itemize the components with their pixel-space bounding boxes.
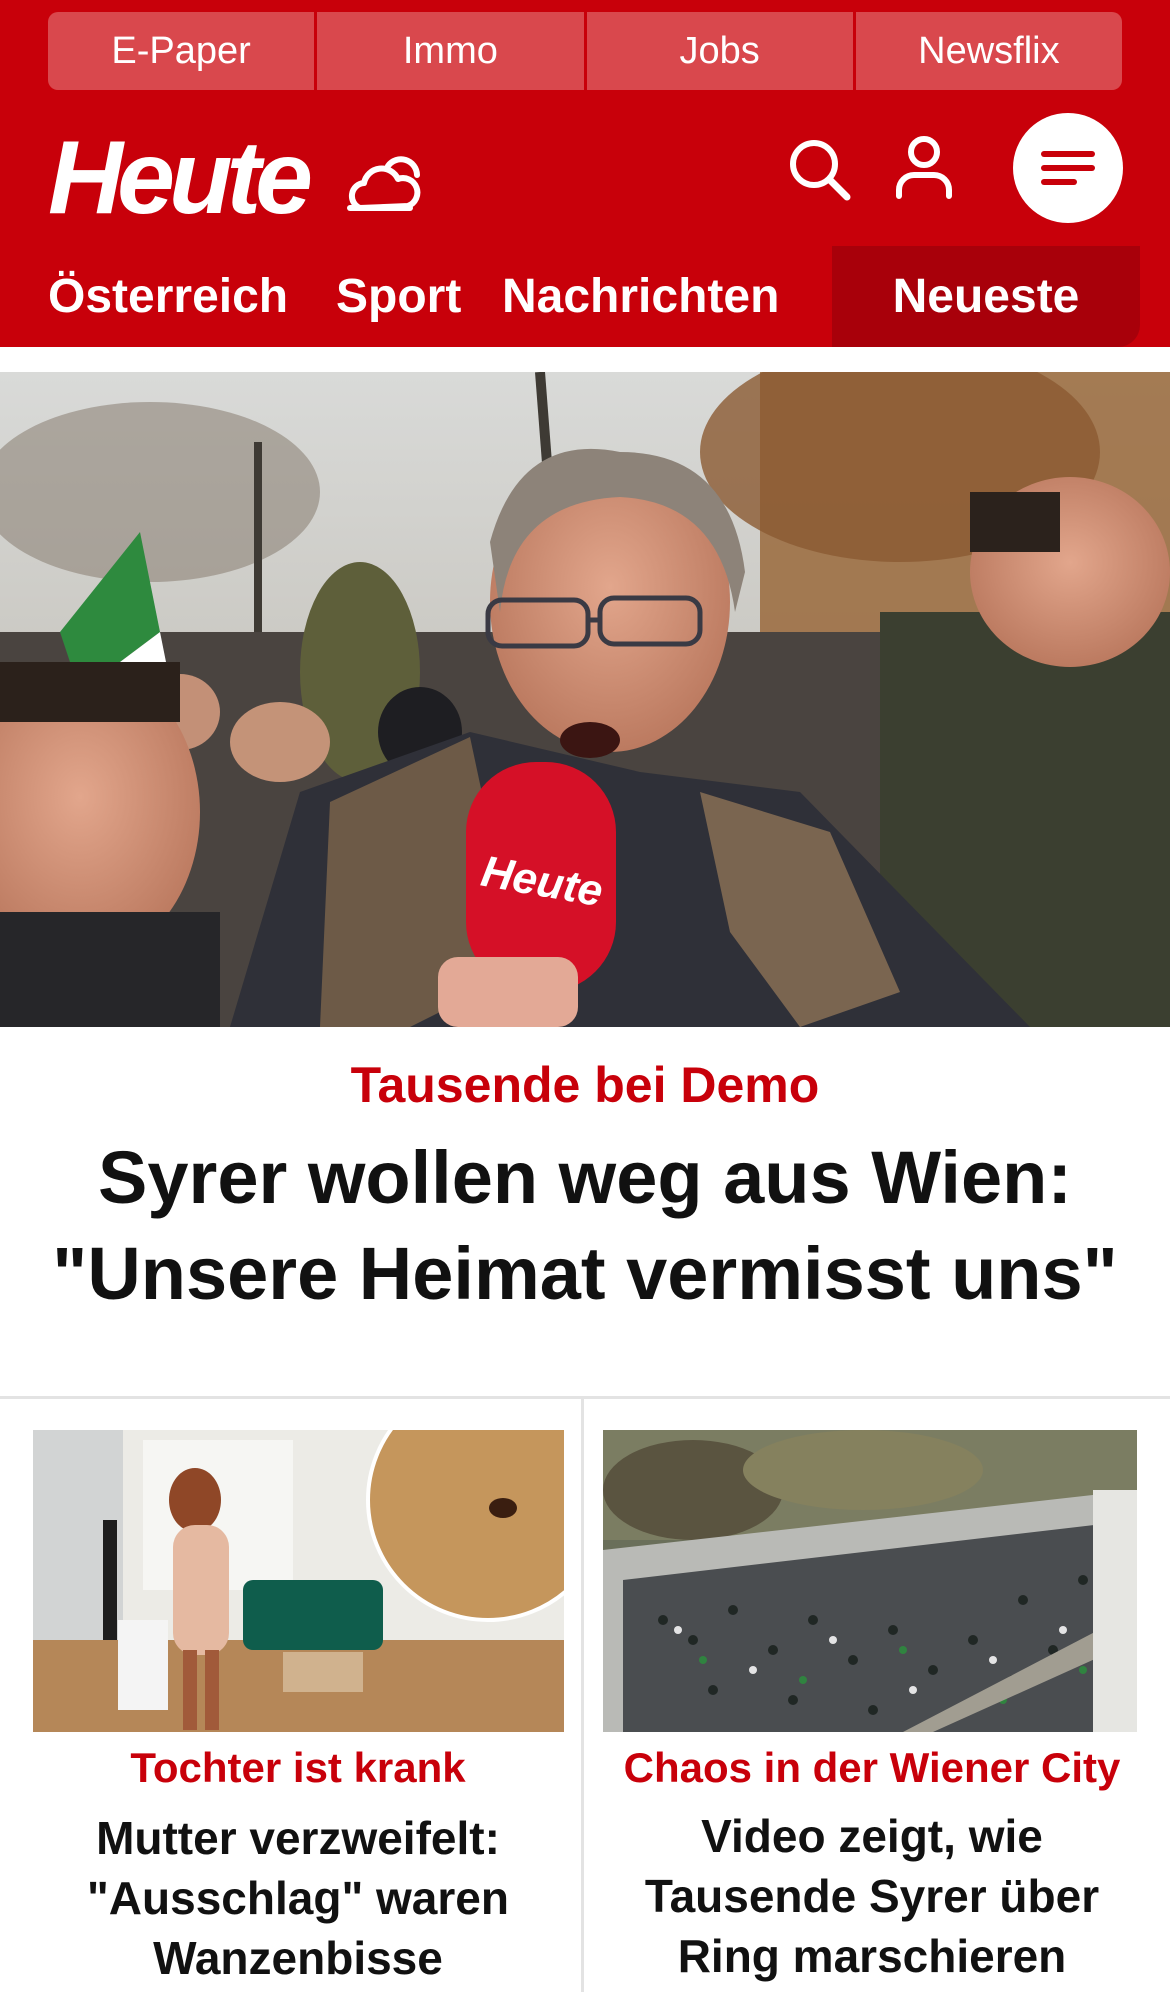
- nav-item-neueste[interactable]: Neueste: [832, 246, 1140, 347]
- teaser-title-2[interactable]: Video zeigt, wie Tausende Syrer über Rin…: [594, 1806, 1150, 1986]
- teaser-kicker-1[interactable]: Tochter ist krank: [20, 1740, 576, 1796]
- divider: [0, 1396, 1170, 1399]
- teaser-title-line: "Ausschlag" waren: [87, 1872, 509, 1924]
- site-logo[interactable]: Heute: [48, 118, 313, 238]
- user-icon[interactable]: [894, 134, 954, 200]
- teaser-photo-2: [603, 1430, 1137, 1732]
- teaser-title-1[interactable]: Mutter verzweifelt: "Ausschlag" waren Wa…: [20, 1808, 576, 1988]
- teaser-title-line: Wanzenbisse: [153, 1932, 443, 1984]
- site-header: E-Paper Immo Jobs Newsflix Heute Österre…: [0, 0, 1170, 347]
- weather-cloud-icon[interactable]: [344, 148, 424, 218]
- hero-image[interactable]: Heute: [0, 372, 1170, 1027]
- page: E-Paper Immo Jobs Newsflix Heute Österre…: [0, 0, 1170, 1992]
- quicklink-epaper[interactable]: E-Paper: [48, 12, 318, 90]
- menu-button[interactable]: [1013, 113, 1123, 223]
- teaser-title-line: Video zeigt, wie: [701, 1810, 1043, 1862]
- teaser-title-line: Ring marschieren: [677, 1930, 1067, 1982]
- nav-item-nachrichten[interactable]: Nachrichten: [502, 246, 779, 347]
- hero-title-line: Syrer wollen weg aus Wien:: [98, 1136, 1072, 1219]
- menu-icon: [1041, 151, 1095, 185]
- hero-title-line: "Unsere Heimat vermisst uns": [52, 1232, 1118, 1315]
- search-icon[interactable]: [786, 136, 852, 202]
- quicklink-newsflix[interactable]: Newsflix: [855, 12, 1122, 90]
- teaser-image-1[interactable]: [33, 1430, 564, 1732]
- divider: [581, 1398, 584, 1992]
- hero-kicker[interactable]: Tausende bei Demo: [0, 1052, 1170, 1118]
- nav-item-oesterreich[interactable]: Österreich: [48, 246, 288, 347]
- quicklinks-bar: E-Paper Immo Jobs Newsflix: [48, 12, 1122, 90]
- hero-title[interactable]: Syrer wollen weg aus Wien: "Unsere Heima…: [40, 1130, 1130, 1322]
- nav-item-sport[interactable]: Sport: [336, 246, 461, 347]
- teaser-title-line: Mutter verzweifelt:: [96, 1812, 500, 1864]
- hero-photo: Heute: [0, 372, 1170, 1027]
- main-nav: Österreich Sport Nachrichten Neueste: [0, 246, 1170, 347]
- teaser-title-line: Tausende Syrer über: [644, 1870, 1100, 1922]
- quicklink-jobs[interactable]: Jobs: [586, 12, 856, 90]
- teaser-kicker-2[interactable]: Chaos in der Wiener City: [594, 1740, 1150, 1796]
- teaser-photo-1: [33, 1430, 564, 1732]
- quicklink-immo[interactable]: Immo: [317, 12, 587, 90]
- teaser-image-2[interactable]: [603, 1430, 1137, 1732]
